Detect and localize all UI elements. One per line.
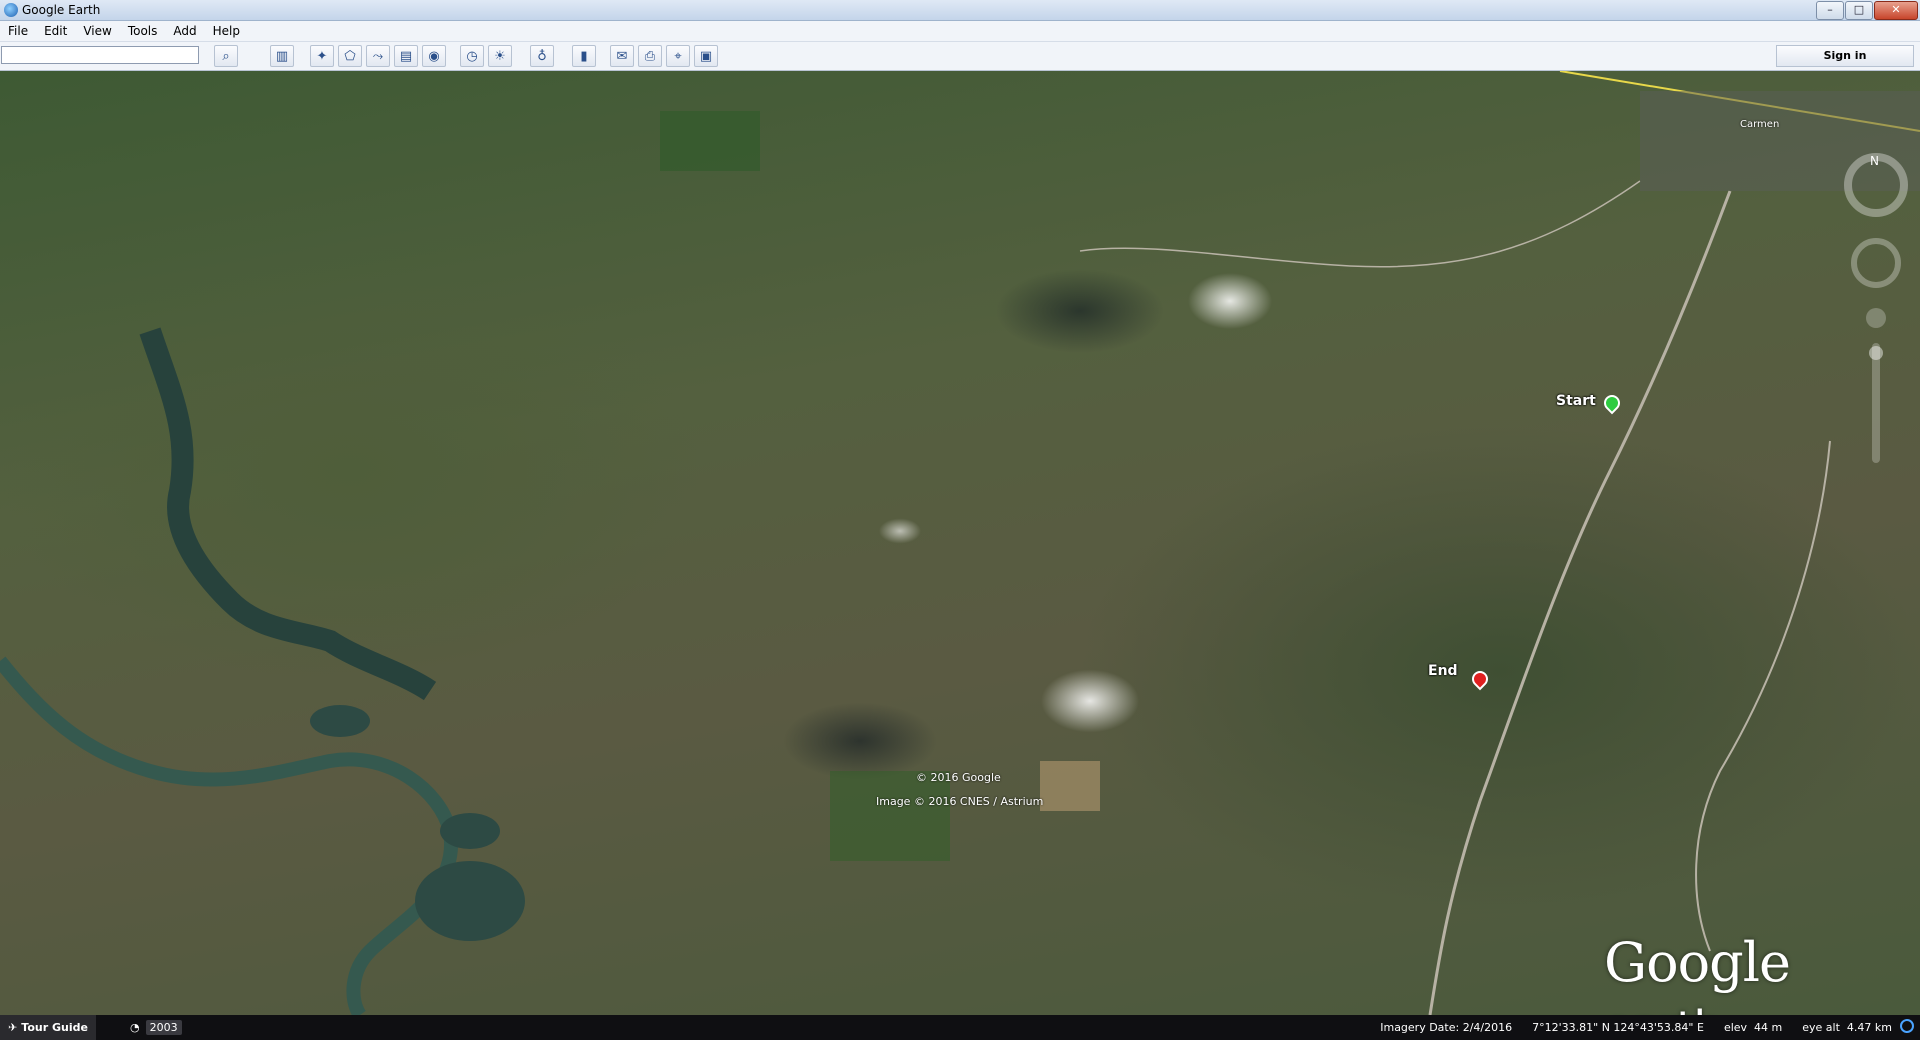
save-image-button[interactable]: ▣ xyxy=(694,45,718,67)
placemark-end[interactable]: End xyxy=(1428,663,1492,691)
record-tour-button[interactable]: ◉ xyxy=(422,45,446,67)
tour-guide-button[interactable]: ✈ Tour Guide xyxy=(0,1015,96,1040)
placemark-icon: ✦ xyxy=(316,49,328,64)
add-image-overlay-button[interactable]: ▤ xyxy=(394,45,418,67)
tour-guide-icon: ✈ xyxy=(8,1021,18,1034)
eye-altitude: eye alt 4.47 km xyxy=(1802,1021,1892,1034)
planets-icon: ♁ xyxy=(537,49,547,64)
save-image-icon: ▣ xyxy=(699,49,713,64)
print-icon: ⎙ xyxy=(644,49,656,64)
email-icon: ✉ xyxy=(616,49,628,64)
menu-tools[interactable]: Tools xyxy=(120,24,166,38)
look-joystick[interactable] xyxy=(1851,238,1901,288)
search-input[interactable] xyxy=(1,46,199,64)
historical-year[interactable]: 2003 xyxy=(145,1020,182,1035)
google-maps-icon: ⌖ xyxy=(674,49,682,64)
sidebar-toggle-button[interactable]: ▥ xyxy=(270,45,294,67)
window-title: Google Earth xyxy=(22,3,101,17)
reservoir xyxy=(139,327,437,701)
placemark-label: End xyxy=(1428,663,1458,679)
placemark-start[interactable]: Start xyxy=(1556,391,1624,415)
imagery-date: Imagery Date: 2/4/2016 xyxy=(1380,1021,1513,1034)
sunlight-icon: ☀ xyxy=(494,49,506,64)
window-controls: – □ ✕ xyxy=(1816,1,1918,20)
title-bar: Google Earth – □ ✕ xyxy=(0,0,1920,21)
maximize-button[interactable]: □ xyxy=(1845,1,1873,20)
pond xyxy=(415,861,525,941)
clock-icon: ◔ xyxy=(130,1021,140,1034)
historical-imagery-icon: ◷ xyxy=(466,49,478,64)
road xyxy=(1428,190,1732,1015)
road xyxy=(1695,440,1831,952)
google-earth-icon xyxy=(4,3,18,17)
field xyxy=(830,771,950,861)
view-in-maps-button[interactable]: ⌖ xyxy=(666,45,690,67)
road xyxy=(1079,180,1641,268)
streaming-icon xyxy=(1900,1019,1914,1033)
placemark-pin-icon xyxy=(1468,667,1492,691)
zoom-slider[interactable] xyxy=(1872,343,1880,463)
toolbar: ⌕ ▥ ✦ ⬠ ⤳ ▤ ◉ ◷ ☀ ♁ ▮ ✉ ⎙ ⌖ ▣ Sign in xyxy=(0,42,1920,71)
pond xyxy=(310,705,370,737)
status-readouts: Imagery Date: 2/4/2016 7°12'33.81" N 124… xyxy=(1380,1015,1892,1040)
path-icon: ⤳ xyxy=(372,49,384,64)
email-button[interactable]: ✉ xyxy=(610,45,634,67)
image-overlay-icon: ▤ xyxy=(399,49,413,64)
search-button[interactable]: ⌕ xyxy=(214,45,238,67)
menu-view[interactable]: View xyxy=(75,24,119,38)
sunlight-button[interactable]: ☀ xyxy=(488,45,512,67)
copyright-imagery: Image © 2016 CNES / Astrium xyxy=(876,795,1044,808)
city-label-carmen[interactable]: Carmen xyxy=(1740,119,1779,130)
field xyxy=(1040,761,1100,811)
map-viewport[interactable]: Carmen Start End © 2016 Google Image © 2… xyxy=(0,71,1920,1015)
tour-icon: ◉ xyxy=(428,49,440,64)
pond xyxy=(440,813,500,849)
menu-edit[interactable]: Edit xyxy=(36,24,75,38)
status-bar: ✈ Tour Guide ◔ 2003 Imagery Date: 2/4/20… xyxy=(0,1015,1920,1040)
ruler-button[interactable]: ▮ xyxy=(572,45,596,67)
google-earth-logo: Google earth xyxy=(1604,931,1791,1015)
close-button[interactable]: ✕ xyxy=(1874,1,1918,20)
north-icon: N xyxy=(1870,154,1879,168)
add-path-button[interactable]: ⤳ xyxy=(366,45,390,67)
minimize-button[interactable]: – xyxy=(1816,1,1844,20)
river xyxy=(0,656,459,1015)
menu-bar: File Edit View Tools Add Help xyxy=(0,21,1920,42)
menu-file[interactable]: File xyxy=(0,24,36,38)
historical-imagery-button[interactable]: ◷ xyxy=(460,45,484,67)
ruler-icon: ▮ xyxy=(580,49,588,64)
map-features xyxy=(0,71,1920,1015)
elevation: elev 44 m xyxy=(1723,1021,1783,1034)
menu-add[interactable]: Add xyxy=(165,24,204,38)
sign-in-button[interactable]: Sign in xyxy=(1776,45,1914,67)
planets-button[interactable]: ♁ xyxy=(530,45,554,67)
sidebar-icon: ▥ xyxy=(275,49,289,64)
magnifier-icon: ⌕ xyxy=(222,49,230,64)
add-polygon-button[interactable]: ⬠ xyxy=(338,45,362,67)
placemark-label: Start xyxy=(1556,393,1596,409)
navigation-controls: N xyxy=(1844,153,1908,463)
placemark-pin-icon xyxy=(1600,391,1624,415)
copyright-google: © 2016 Google xyxy=(916,771,1001,784)
menu-help[interactable]: Help xyxy=(205,24,248,38)
print-button[interactable]: ⎙ xyxy=(638,45,662,67)
move-joystick[interactable] xyxy=(1866,308,1886,328)
add-placemark-button[interactable]: ✦ xyxy=(310,45,334,67)
field xyxy=(660,111,760,171)
polygon-icon: ⬠ xyxy=(344,49,356,64)
zoom-handle[interactable] xyxy=(1869,346,1883,360)
coordinates: 7°12'33.81" N 124°43'53.84" E xyxy=(1532,1021,1704,1034)
